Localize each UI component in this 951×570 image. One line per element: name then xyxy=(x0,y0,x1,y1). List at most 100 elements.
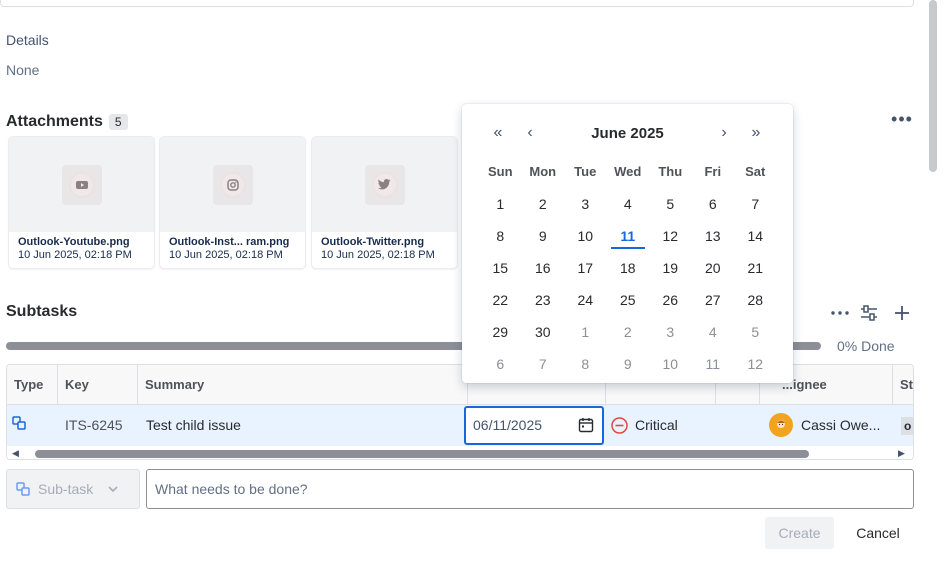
calendar-day[interactable]: 12 xyxy=(649,220,692,252)
calendar-day[interactable]: 19 xyxy=(649,252,692,284)
attachments-title: Attachments xyxy=(6,113,103,130)
subtask-type-icon xyxy=(12,416,26,434)
weekday-header: Mon xyxy=(529,164,557,179)
calendar-day[interactable]: 11 xyxy=(692,348,735,380)
attachment-thumbnail xyxy=(312,137,457,232)
calendar-day[interactable]: 3 xyxy=(564,188,607,220)
calendar-day[interactable]: 9 xyxy=(607,348,650,380)
cancel-button[interactable]: Cancel xyxy=(845,517,911,549)
calendar-day[interactable]: 7 xyxy=(734,188,777,220)
column-header-type[interactable]: Type xyxy=(7,365,58,405)
calendar-day[interactable]: 8 xyxy=(564,348,607,380)
status-badge[interactable]: o xyxy=(901,417,913,435)
calendar-day[interactable]: 1 xyxy=(564,316,607,348)
calendar-day[interactable]: 14 xyxy=(734,220,777,252)
attachment-card-instagram[interactable]: Outlook-Inst... ram.png 10 Jun 2025, 02:… xyxy=(160,137,305,268)
calendar-day[interactable]: 25 xyxy=(607,284,650,316)
calendar-day[interactable]: 4 xyxy=(692,316,735,348)
scrollbar-thumb[interactable] xyxy=(35,450,809,458)
column-header-summary[interactable]: Summary xyxy=(138,365,468,405)
attachment-name: Outlook-Twitter.png xyxy=(321,236,425,248)
calendar-month-title: June 2025 xyxy=(591,125,664,142)
calendar-day[interactable]: 1 xyxy=(479,188,522,220)
next-month-icon[interactable]: › xyxy=(713,124,735,144)
twitter-icon xyxy=(378,179,391,190)
table-row[interactable]: ITS-6245 Test child issue 06/11/2025 Cri… xyxy=(7,405,913,446)
calendar-day[interactable]: 20 xyxy=(692,252,735,284)
subtask-summary-input[interactable] xyxy=(146,469,914,509)
calendar-day[interactable]: 10 xyxy=(649,348,692,380)
attachment-thumbnail xyxy=(160,137,305,232)
scroll-right-icon[interactable]: ▶ xyxy=(898,448,905,459)
chevron-down-icon xyxy=(108,486,118,493)
calendar-day[interactable]: 17 xyxy=(564,252,607,284)
calendar-day[interactable]: 5 xyxy=(649,188,692,220)
youtube-icon xyxy=(75,180,88,189)
calendar-day[interactable]: 18 xyxy=(607,252,650,284)
attachments-heading: Attachments 5 xyxy=(6,113,128,131)
calendar-day[interactable]: 29 xyxy=(479,316,522,348)
calendar-day[interactable]: 13 xyxy=(692,220,735,252)
date-picker-popup: « ‹ June 2025 › » Sun Mon Tue Wed Thu Fri Sat 1… xyxy=(462,104,793,383)
scroll-left-icon[interactable]: ◀ xyxy=(12,448,19,459)
attachment-date: 10 Jun 2025, 02:18 PM xyxy=(169,249,283,261)
subtask-summary[interactable]: Test child issue xyxy=(146,405,241,446)
description-field[interactable] xyxy=(0,0,914,7)
calendar-day[interactable]: 2 xyxy=(522,188,565,220)
instagram-icon xyxy=(226,178,239,191)
subtask-assignee[interactable]: Cassi Owe... xyxy=(801,405,891,446)
subtasks-more-icon[interactable] xyxy=(828,302,852,324)
calendar-day[interactable]: 6 xyxy=(479,348,522,380)
due-date-value: 06/11/2025 xyxy=(473,417,543,433)
subtask-key[interactable]: ITS-6245 xyxy=(65,405,123,446)
calendar-day[interactable]: 8 xyxy=(479,220,522,252)
calendar-day[interactable]: 21 xyxy=(734,252,777,284)
attachment-date: 10 Jun 2025, 02:18 PM xyxy=(321,249,435,261)
due-date-input[interactable]: 06/11/2025 xyxy=(464,406,604,445)
subtask-type-label: Sub-task xyxy=(38,481,94,497)
calendar-day[interactable]: 7 xyxy=(522,348,565,380)
calendar-day[interactable]: 10 xyxy=(564,220,607,252)
calendar-day[interactable]: 11 xyxy=(607,220,650,252)
calendar-day[interactable]: 27 xyxy=(692,284,735,316)
calendar-day[interactable]: 30 xyxy=(522,316,565,348)
calendar-day[interactable]: 6 xyxy=(692,188,735,220)
weekday-header: Thu xyxy=(658,164,683,179)
page-scrollbar[interactable] xyxy=(929,0,937,172)
weekday-header: Tue xyxy=(574,164,597,179)
calendar-day[interactable]: 15 xyxy=(479,252,522,284)
calendar-day[interactable]: 16 xyxy=(522,252,565,284)
next-year-icon[interactable]: » xyxy=(745,124,767,144)
details-label: Details xyxy=(6,32,49,48)
subtask-type-select[interactable]: Sub-task xyxy=(6,469,140,509)
calendar-day[interactable]: 24 xyxy=(564,284,607,316)
subtask-priority[interactable]: Critical xyxy=(635,405,678,446)
details-value: None xyxy=(6,62,40,78)
calendar-day[interactable]: 22 xyxy=(479,284,522,316)
calendar-day[interactable]: 5 xyxy=(734,316,777,348)
weekday-header: Sat xyxy=(745,164,766,179)
calendar-day[interactable]: 9 xyxy=(522,220,565,252)
weekday-header: Fri xyxy=(704,164,722,179)
table-horizontal-scrollbar[interactable]: ◀ ▶ xyxy=(7,446,913,459)
create-button[interactable]: Create xyxy=(765,517,834,549)
subtasks-settings-icon[interactable] xyxy=(857,302,881,324)
attachment-thumbnail xyxy=(9,137,154,232)
calendar-day[interactable]: 3 xyxy=(649,316,692,348)
subtasks-progress-text: 0% Done xyxy=(837,338,895,354)
calendar-day[interactable]: 23 xyxy=(522,284,565,316)
attachment-card-youtube[interactable]: Outlook-Youtube.png 10 Jun 2025, 02:18 P… xyxy=(9,137,154,268)
attachment-name: Outlook-Youtube.png xyxy=(18,236,130,248)
subtask-type-icon xyxy=(16,482,30,496)
attachment-card-twitter[interactable]: Outlook-Twitter.png 10 Jun 2025, 02:18 P… xyxy=(312,137,457,268)
calendar-day[interactable]: 4 xyxy=(607,188,650,220)
calendar-day[interactable]: 12 xyxy=(734,348,777,380)
attachments-more-icon[interactable]: ••• xyxy=(890,110,914,132)
calendar-day[interactable]: 26 xyxy=(649,284,692,316)
calendar-day[interactable]: 2 xyxy=(607,316,650,348)
calendar-icon[interactable] xyxy=(578,417,594,433)
calendar-day[interactable]: 28 xyxy=(734,284,777,316)
column-header-status[interactable]: St xyxy=(893,365,913,405)
add-subtask-icon[interactable] xyxy=(890,302,914,324)
column-header-key[interactable]: Key xyxy=(58,365,138,405)
